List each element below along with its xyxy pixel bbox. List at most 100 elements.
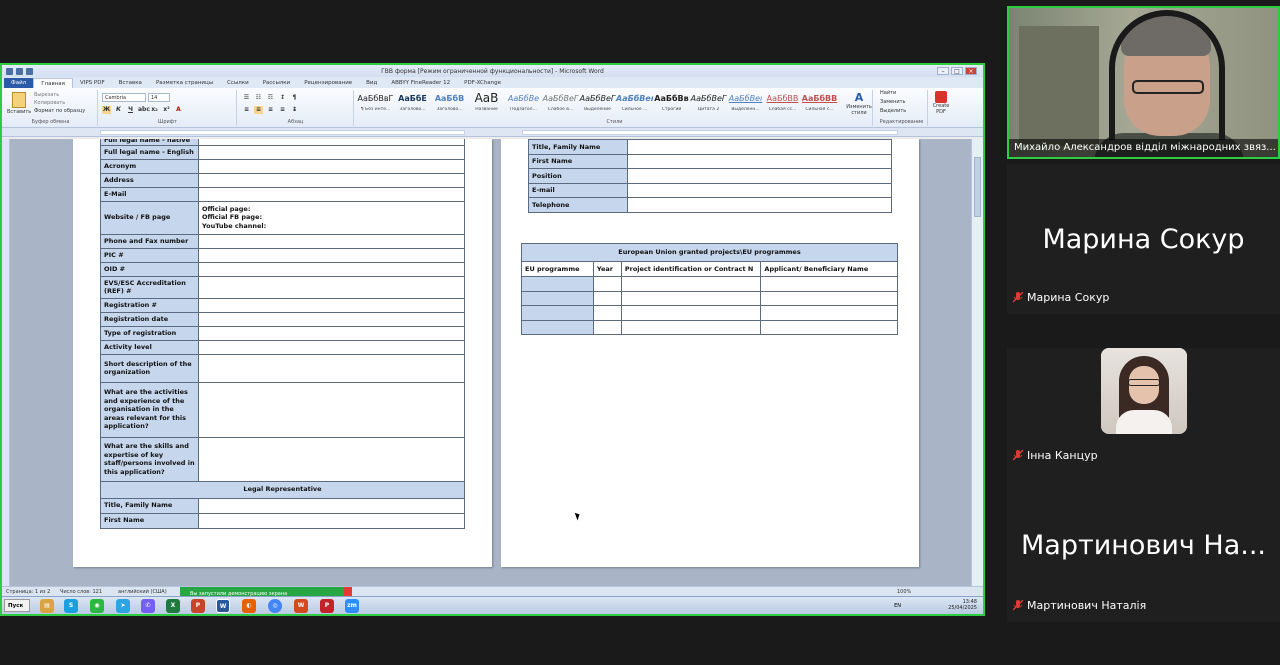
field-value[interactable]: Official page: Official FB page: YouTube… (198, 200, 465, 235)
tab-home[interactable]: Главная (33, 78, 73, 88)
explorer-icon[interactable]: ▤ (40, 599, 54, 613)
font-size-select[interactable]: 14 (148, 93, 170, 102)
tab-review[interactable]: Рецензирование (297, 78, 359, 88)
powerpoint-icon[interactable]: P (191, 599, 205, 613)
vertical-scrollbar[interactable] (971, 139, 983, 586)
system-clock[interactable]: 13:48 25/04/2025 (948, 599, 977, 611)
word-count[interactable]: Число слов: 121 (60, 589, 102, 595)
table-cell[interactable] (760, 290, 898, 306)
table-cell[interactable] (620, 290, 762, 306)
field-value[interactable] (626, 182, 893, 198)
tab-pdf-xchange[interactable]: PDF-XChange (457, 78, 508, 88)
numbering-button[interactable]: ☷ (254, 94, 263, 102)
table-cell[interactable] (592, 290, 622, 306)
table-cell[interactable] (521, 319, 594, 335)
firefox-icon[interactable]: ◐ (242, 599, 256, 613)
table-cell[interactable] (620, 276, 762, 292)
wps-icon[interactable]: W (294, 599, 308, 613)
participant-tile[interactable]: Марина Сокур Марина Сокур (1007, 164, 1280, 314)
tab-mailings[interactable]: Рассылки (256, 78, 298, 88)
field-value[interactable] (198, 512, 465, 529)
participant-tile[interactable]: Інна Канцур (1007, 348, 1280, 472)
field-value[interactable] (198, 172, 465, 188)
viber-icon[interactable]: ✆ (141, 599, 155, 613)
tab-file[interactable]: Файл (4, 78, 34, 88)
keyboard-language[interactable]: EN (894, 603, 901, 609)
zoom-icon[interactable]: zm (345, 599, 359, 613)
skype-icon[interactable]: S (64, 599, 78, 613)
copy-button[interactable]: Копировать (34, 100, 65, 106)
field-value[interactable] (198, 233, 465, 249)
start-button[interactable]: Пуск (4, 599, 30, 612)
table-cell[interactable] (760, 276, 898, 292)
bullets-button[interactable]: ☰ (242, 94, 251, 102)
select-button[interactable]: Выделить (880, 108, 906, 114)
multilevel-list-button[interactable]: ☶ (266, 94, 275, 102)
field-value[interactable] (198, 144, 465, 160)
field-value[interactable] (626, 153, 893, 169)
field-value[interactable] (626, 139, 893, 155)
language-indicator[interactable]: английский (США) (118, 589, 167, 595)
zoom-level[interactable]: 100% (897, 589, 911, 595)
sort-button[interactable]: ↕ (278, 94, 287, 102)
show-marks-button[interactable]: ¶ (290, 94, 299, 102)
word-icon[interactable]: W (216, 599, 230, 613)
align-left-button[interactable]: ≡ (242, 106, 251, 114)
align-right-button[interactable]: ≡ (266, 106, 275, 114)
participant-tile[interactable]: Мартинович На... Мартинович Наталія (1007, 472, 1280, 622)
field-value[interactable] (198, 275, 465, 299)
whatsapp-icon[interactable]: ◉ (90, 599, 104, 613)
chrome-icon[interactable]: ◎ (268, 599, 282, 613)
table-cell[interactable] (620, 319, 762, 335)
cut-button[interactable]: Вырезать (34, 92, 59, 98)
table-cell[interactable] (592, 319, 622, 335)
table-cell[interactable] (521, 305, 594, 321)
field-value[interactable] (198, 297, 465, 313)
field-value[interactable] (198, 339, 465, 355)
subscript-button[interactable]: x₂ (150, 106, 159, 114)
tab-page-layout[interactable]: Разметка страницы (149, 78, 220, 88)
find-button[interactable]: Найти (880, 90, 896, 96)
telegram-icon[interactable]: ➤ (116, 599, 130, 613)
field-value[interactable] (198, 436, 465, 482)
superscript-button[interactable]: x² (162, 106, 171, 114)
tab-vips-pdf[interactable]: VIPS PDF (73, 78, 112, 88)
table-cell[interactable] (592, 276, 622, 292)
tab-view[interactable]: Вид (359, 78, 384, 88)
participant-video-tile[interactable]: Михайло Александров відділ міжнародних з… (1007, 6, 1280, 159)
field-value[interactable] (198, 261, 465, 277)
table-cell[interactable] (760, 305, 898, 321)
tab-insert[interactable]: Вставка (112, 78, 149, 88)
create-pdf-button[interactable]: Create PDF (930, 91, 952, 115)
paste-button[interactable]: Вставить (7, 109, 31, 115)
strikethrough-button[interactable]: abc (138, 106, 150, 114)
font-name-select[interactable]: Cambria (102, 93, 146, 102)
excel-icon[interactable]: X (166, 599, 180, 613)
italic-button[interactable]: К (114, 106, 123, 114)
table-cell[interactable] (760, 319, 898, 335)
change-styles-button[interactable]: A Изменить стили (844, 91, 874, 116)
field-value[interactable] (198, 353, 465, 383)
page-count[interactable]: Страница: 1 из 2 (6, 589, 50, 595)
underline-button[interactable]: Ч (126, 106, 135, 114)
align-center-button[interactable]: ≡ (254, 106, 263, 114)
field-value[interactable] (198, 311, 465, 327)
field-value[interactable] (198, 158, 465, 174)
table-cell[interactable] (521, 276, 594, 292)
justify-button[interactable]: ≡ (278, 106, 287, 114)
field-value[interactable] (198, 325, 465, 341)
table-cell[interactable] (620, 305, 762, 321)
field-value[interactable] (198, 497, 465, 514)
scroll-thumb[interactable] (974, 157, 981, 217)
field-value[interactable] (198, 247, 465, 263)
tab-references[interactable]: Ссылки (220, 78, 256, 88)
field-value[interactable] (198, 186, 465, 202)
text-color-button[interactable]: A (174, 106, 183, 114)
tab-abbyy[interactable]: ABBYY FineReader 12 (384, 78, 457, 88)
line-spacing-button[interactable]: ↨ (290, 106, 299, 114)
field-value[interactable] (626, 197, 893, 213)
paste-icon[interactable] (12, 92, 26, 108)
replace-button[interactable]: Заменить (880, 99, 906, 105)
table-cell[interactable] (521, 290, 594, 306)
field-value[interactable] (626, 168, 893, 184)
